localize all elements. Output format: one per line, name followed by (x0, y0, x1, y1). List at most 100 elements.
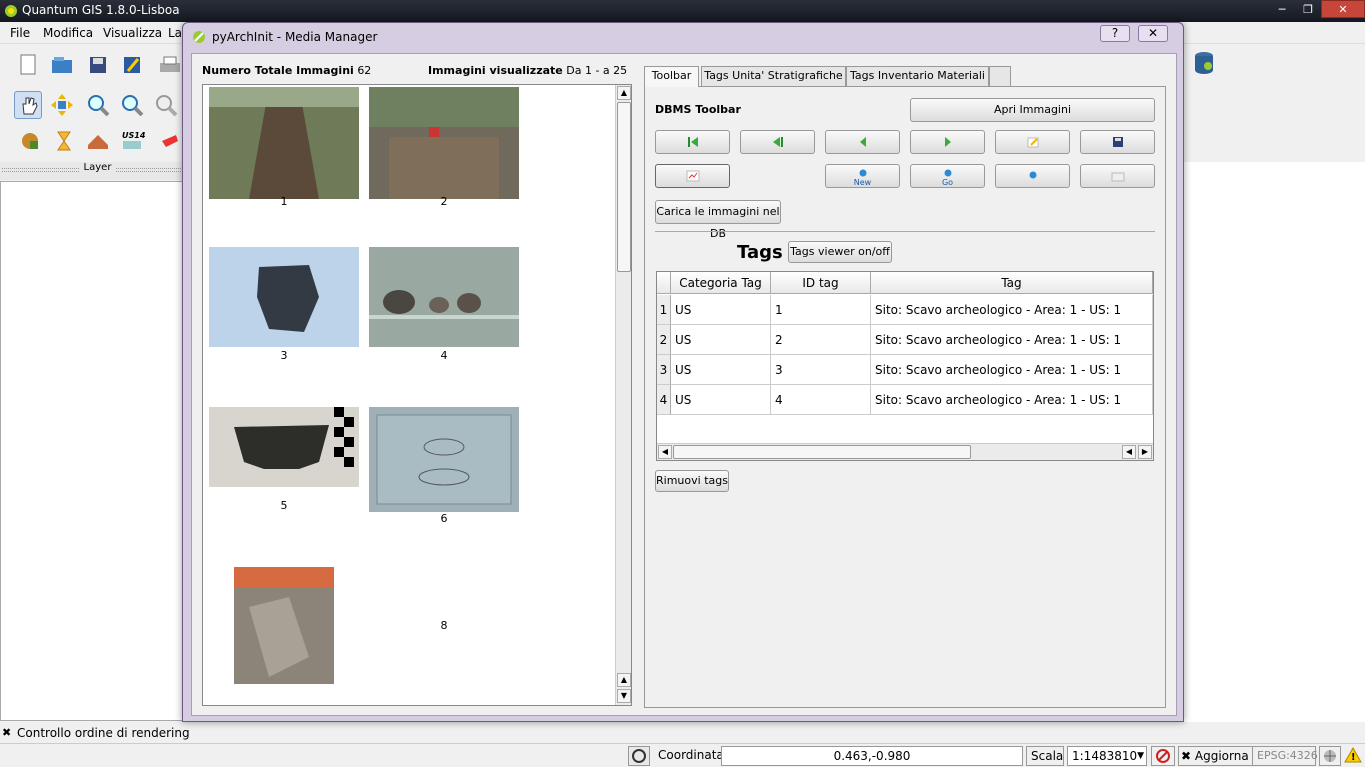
svg-text:!: ! (1351, 752, 1356, 763)
row-header[interactable]: 4 (657, 385, 671, 415)
scroll-left-icon[interactable]: ◀ (1122, 445, 1136, 459)
scroll-up-icon[interactable]: ▲ (617, 673, 631, 687)
edit-record-button[interactable] (995, 130, 1070, 154)
remove-tags-button[interactable]: Rimuovi tags (655, 470, 729, 492)
save-record-button[interactable] (1080, 130, 1155, 154)
render-order-checkbox[interactable]: ✖ (2, 727, 13, 738)
table-cell[interactable]: US (671, 355, 771, 385)
crs-globe-icon[interactable] (1319, 746, 1341, 766)
save-icon (1112, 137, 1123, 147)
print-icon[interactable] (156, 51, 184, 79)
scroll-down-icon[interactable]: ▼ (617, 689, 631, 703)
pan-hand-icon[interactable] (14, 91, 42, 119)
total-images-label: Numero Totale Immagini (202, 64, 354, 77)
open-images-button[interactable]: Apri Immagini (910, 98, 1155, 122)
table-cell[interactable]: 4 (771, 385, 871, 415)
table-hscrollbar[interactable]: ◀ ◀ ▶ (657, 443, 1153, 460)
stop-render-icon[interactable] (1151, 746, 1175, 766)
row-header[interactable]: 3 (657, 355, 671, 385)
structure-icon[interactable] (84, 127, 112, 155)
shown-images-value: Da 1 - a 25 (566, 64, 628, 77)
update-checkbox-icon: ✖ (1181, 749, 1192, 763)
search-go-button[interactable]: Go (910, 164, 985, 188)
minimize-button[interactable]: ─ (1269, 0, 1295, 18)
last-record-button[interactable] (740, 130, 815, 154)
table-cell[interactable]: US (671, 295, 771, 325)
scroll-right-icon[interactable]: ▶ (1138, 445, 1152, 459)
coordinate-toggle-icon[interactable] (628, 746, 650, 766)
pottery-icon[interactable] (156, 127, 184, 155)
thumbnail-number: 5 (280, 499, 288, 512)
tab-toolbar[interactable]: Toolbar (644, 66, 699, 87)
thumbnail-item[interactable]: 6 (369, 407, 519, 525)
table-cell[interactable]: 3 (771, 355, 871, 385)
thumbnail-item[interactable] (209, 567, 359, 687)
crs-label[interactable]: EPSG:4326 (1252, 746, 1318, 766)
table-cell[interactable]: Sito: Scavo archeologico - Area: 1 - US:… (871, 385, 1153, 415)
database-icon[interactable] (1190, 48, 1218, 76)
zoom-out-icon[interactable] (118, 91, 146, 119)
hscroll-thumb[interactable] (673, 445, 971, 459)
column-header-categoria[interactable]: Categoria Tag (671, 272, 771, 294)
load-images-button[interactable]: Carica le immagini nel DB (655, 200, 781, 240)
hourglass-icon[interactable] (50, 127, 78, 155)
thumbnail-item[interactable]: 2 (369, 87, 519, 208)
row-header[interactable]: 1 (657, 295, 671, 325)
update-toggle[interactable]: ✖ Aggiorna (1178, 746, 1256, 766)
next-record-button[interactable] (910, 130, 985, 154)
scroll-left-icon[interactable]: ◀ (658, 445, 672, 459)
column-header-id[interactable]: ID tag (771, 272, 871, 294)
thumbnail-item[interactable]: 5 (209, 407, 359, 512)
save-project-icon[interactable] (84, 51, 112, 79)
map-canvas[interactable] (1183, 162, 1365, 722)
menu-modifica[interactable]: Modifica (43, 26, 93, 40)
table-cell[interactable]: US (671, 325, 771, 355)
column-header-tag[interactable]: Tag (871, 272, 1153, 294)
thumbnail-item[interactable]: 3 (209, 247, 359, 362)
table-cell[interactable]: Sito: Scavo archeologico - Area: 1 - US:… (871, 325, 1153, 355)
table-cell[interactable]: Sito: Scavo archeologico - Area: 1 - US:… (871, 355, 1153, 385)
view-all-button[interactable] (995, 164, 1070, 188)
thumbnail-item[interactable]: 4 (369, 247, 519, 362)
row-header[interactable]: 2 (657, 325, 671, 355)
layer-panel[interactable] (0, 181, 195, 721)
report-button[interactable] (655, 164, 730, 188)
pyarchinit-site-icon[interactable] (16, 127, 44, 155)
save-as-icon[interactable] (118, 51, 146, 79)
scroll-thumb[interactable] (617, 102, 631, 272)
us-form-icon[interactable]: US14 (118, 127, 146, 155)
scale-combo[interactable]: 1:1483810 ▼ (1067, 746, 1147, 766)
first-record-button[interactable] (655, 130, 730, 154)
dialog-title: pyArchInit - Media Manager (212, 30, 378, 44)
zoom-in-icon[interactable] (84, 91, 112, 119)
table-cell[interactable]: Sito: Scavo archeologico - Area: 1 - US:… (871, 295, 1153, 325)
pan-to-selection-icon[interactable] (48, 91, 76, 119)
folder-button[interactable] (1080, 164, 1155, 188)
image-list-scrollbar[interactable]: ▲ ▲ ▼ (615, 85, 631, 705)
thumbnail-item[interactable]: 1 (209, 87, 359, 208)
new-record-button[interactable]: New (825, 164, 900, 188)
open-project-icon[interactable] (48, 51, 76, 79)
table-cell[interactable]: 1 (771, 295, 871, 325)
warning-icon[interactable]: ! (1344, 746, 1364, 766)
maximize-button[interactable]: ❐ (1295, 0, 1321, 18)
help-button[interactable]: ? (1100, 25, 1130, 42)
scroll-up-icon[interactable]: ▲ (617, 86, 631, 100)
zoom-full-icon[interactable] (152, 91, 180, 119)
tags-table[interactable]: Categoria Tag ID tag Tag 1 US 1 Sito: Sc… (656, 271, 1154, 461)
table-cell[interactable]: 2 (771, 325, 871, 355)
image-list[interactable]: 1 2 3 4 5 6 8 ▲ ▲ ▼ (202, 84, 632, 706)
table-cell[interactable]: US (671, 385, 771, 415)
media-manager-dialog: pyArchInit - Media Manager ? ✕ Numero To… (182, 22, 1184, 722)
menu-file[interactable]: File (10, 26, 30, 40)
render-order-control[interactable]: ✖ Controllo ordine di rendering (0, 724, 230, 744)
coordinate-field[interactable]: 0.463,-0.980 (721, 746, 1023, 766)
dialog-close-button[interactable]: ✕ (1138, 25, 1168, 42)
tags-viewer-toggle-button[interactable]: Tags viewer on/off (788, 241, 892, 263)
new-project-icon[interactable] (14, 51, 42, 79)
close-button[interactable]: ✕ (1321, 0, 1365, 18)
previous-record-button[interactable] (825, 130, 900, 154)
menu-visualizza[interactable]: Visualizza (103, 26, 162, 40)
tab-tags-inventario[interactable]: Tags Inventario Materiali (846, 66, 989, 86)
tab-tags-us[interactable]: Tags Unita' Stratigrafiche (701, 66, 846, 86)
